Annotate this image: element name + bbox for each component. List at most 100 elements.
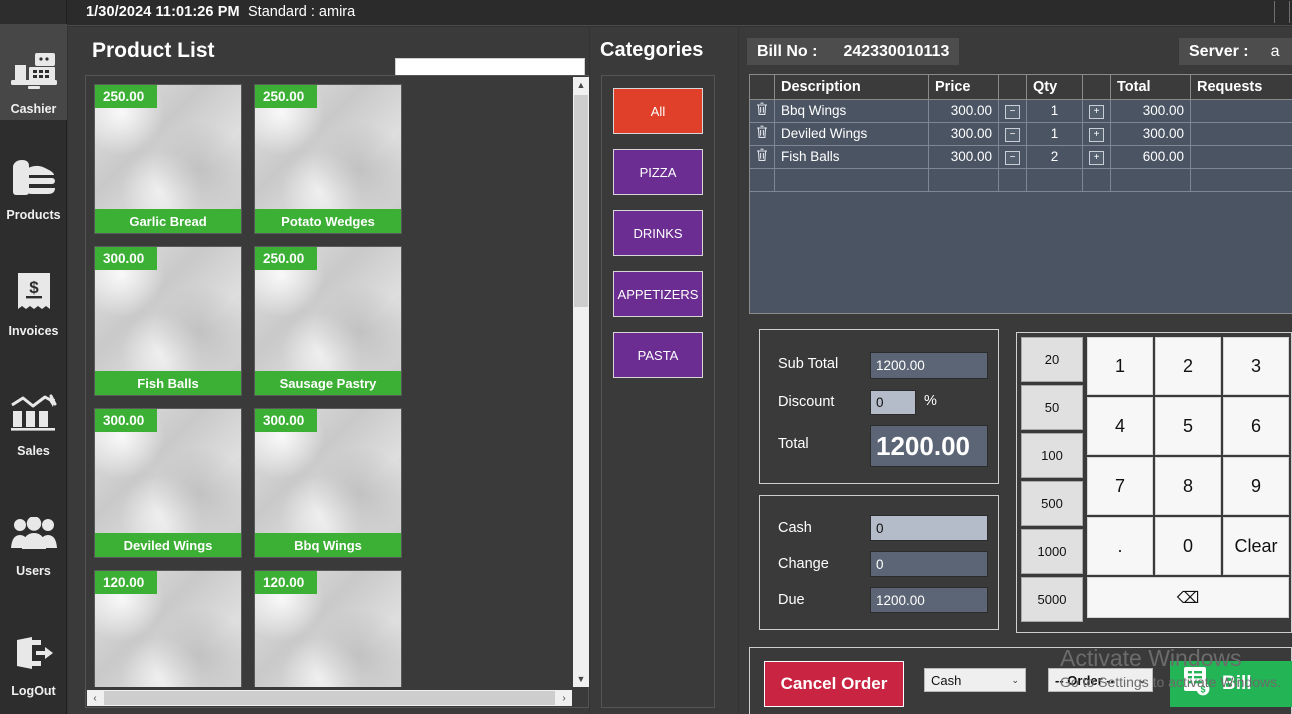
delete-row-cell[interactable]: [750, 122, 775, 146]
item-requests[interactable]: [1190, 99, 1292, 123]
column-header: Requests: [1190, 75, 1292, 100]
key-clear[interactable]: Clear: [1223, 517, 1289, 575]
sidebar-item-invoices[interactable]: $ Invoices: [0, 246, 67, 342]
item-requests[interactable]: [1190, 145, 1292, 169]
key-1[interactable]: 1: [1087, 337, 1153, 395]
denomination-50[interactable]: 50: [1021, 385, 1083, 430]
delete-row-cell[interactable]: [750, 145, 775, 169]
scroll-right-icon[interactable]: ›: [556, 690, 572, 706]
payment-method-select[interactable]: Cash ⌄: [924, 668, 1026, 692]
cash-row: Cash: [778, 520, 812, 536]
category-button-all[interactable]: All: [613, 88, 703, 134]
delete-row-cell[interactable]: [750, 99, 775, 123]
bill-button[interactable]: $ Bill: [1170, 661, 1292, 707]
key-6[interactable]: 6: [1223, 397, 1289, 455]
sidebar-item-users[interactable]: Users: [0, 486, 67, 582]
category-button-pasta[interactable]: PASTA: [613, 332, 703, 378]
key-5[interactable]: 5: [1155, 397, 1221, 455]
trash-icon[interactable]: [756, 125, 768, 142]
key-4[interactable]: 4: [1087, 397, 1153, 455]
plus-button[interactable]: +: [1089, 105, 1104, 119]
plus-button[interactable]: +: [1089, 128, 1104, 142]
column-header: [750, 75, 775, 100]
product-card[interactable]: 300.00 Deviled Wings: [94, 408, 242, 558]
trash-icon[interactable]: [756, 102, 768, 119]
product-card[interactable]: 300.00 Fish Balls: [94, 246, 242, 396]
increase-qty-cell[interactable]: +: [1082, 145, 1111, 169]
due-field[interactable]: [870, 587, 988, 613]
order-type-select[interactable]: -- Order -- ⌄: [1048, 668, 1153, 692]
denomination-100[interactable]: 100: [1021, 433, 1083, 478]
plus-button[interactable]: +: [1089, 151, 1104, 165]
key-8[interactable]: 8: [1155, 457, 1221, 515]
minus-button[interactable]: −: [1005, 151, 1020, 165]
backspace-icon[interactable]: ⌫: [1087, 577, 1289, 618]
decrease-qty-cell[interactable]: −: [998, 145, 1027, 169]
horizontal-scroll-thumb[interactable]: [104, 691, 555, 705]
scroll-left-icon[interactable]: ‹: [87, 690, 103, 706]
key-dot[interactable]: .: [1087, 517, 1153, 575]
scroll-up-icon[interactable]: ▲: [573, 77, 589, 93]
category-button-drinks[interactable]: DRINKS: [613, 210, 703, 256]
table-row[interactable]: Deviled Wings 300.00 − 1 + 300.00: [750, 122, 1292, 146]
product-grid-horizontal-scrollbar[interactable]: ‹ ›: [87, 690, 572, 706]
sidebar-item-label: LogOut: [11, 684, 56, 698]
product-card[interactable]: 250.00 Potato Wedges: [254, 84, 402, 234]
denomination-20[interactable]: 20: [1021, 337, 1083, 382]
sidebar-item-logout[interactable]: LogOut: [0, 606, 67, 702]
product-card[interactable]: Coca-Cola 120.00Coke: [94, 570, 242, 687]
product-card[interactable]: 300.00 Bbq Wings: [254, 408, 402, 558]
minus-button[interactable]: −: [1005, 128, 1020, 142]
payment-method-value: Cash: [931, 672, 962, 688]
sidebar-item-products[interactable]: Products: [0, 130, 67, 226]
item-description: Bbq Wings: [774, 99, 929, 123]
denomination-1000[interactable]: 1000: [1021, 529, 1083, 574]
decrease-qty-cell[interactable]: −: [998, 122, 1027, 146]
product-card[interactable]: 250.00 Garlic Bread: [94, 84, 242, 234]
minus-button[interactable]: −: [1005, 105, 1020, 119]
increase-qty-cell[interactable]: +: [1082, 122, 1111, 146]
chevron-down-icon: ⌄: [1138, 674, 1146, 685]
totals-box: Sub Total Discount % Total: [759, 329, 999, 484]
sidebar-item-label: Cashier: [10, 102, 57, 116]
sidebar-item-sales[interactable]: Sales: [0, 366, 67, 462]
sidebar-item-cashier[interactable]: Cashier: [0, 24, 67, 120]
key-2[interactable]: 2: [1155, 337, 1221, 395]
change-field[interactable]: [870, 551, 988, 577]
key-7[interactable]: 7: [1087, 457, 1153, 515]
key-3[interactable]: 3: [1223, 337, 1289, 395]
sidebar-item-label: Invoices: [8, 324, 59, 338]
table-empty-row: [750, 168, 1292, 192]
sub-total-row: Sub Total: [778, 356, 838, 372]
category-button-pizza[interactable]: PIZZA: [613, 149, 703, 195]
item-qty: 1: [1026, 122, 1083, 146]
discount-label: Discount: [778, 394, 835, 410]
decrease-qty-cell[interactable]: −: [998, 99, 1027, 123]
table-row[interactable]: Fish Balls 300.00 − 2 + 600.00: [750, 145, 1292, 169]
number-buttons: 1 2 3 4 5 6 7 8 9. 0 Clear ⌫: [1087, 337, 1289, 620]
table-row[interactable]: Bbq Wings 300.00 − 1 + 300.00: [750, 99, 1292, 123]
product-grid-vertical-scrollbar[interactable]: ▲ ▼: [573, 77, 589, 687]
item-requests[interactable]: [1190, 122, 1292, 146]
change-row: Change: [778, 556, 829, 572]
vertical-scroll-thumb[interactable]: [574, 95, 588, 307]
key-0[interactable]: 0: [1155, 517, 1221, 575]
due-row: Due: [778, 592, 805, 608]
trash-icon[interactable]: [756, 148, 768, 165]
total-field[interactable]: [870, 425, 988, 467]
due-label: Due: [778, 592, 805, 608]
discount-field[interactable]: [870, 390, 916, 415]
increase-qty-cell[interactable]: +: [1082, 99, 1111, 123]
denomination-5000[interactable]: 5000: [1021, 577, 1083, 622]
scroll-down-icon[interactable]: ▼: [573, 671, 589, 687]
category-button-appetizers[interactable]: APPETIZERS: [613, 271, 703, 317]
window-control-button[interactable]: [1274, 1, 1290, 23]
sub-total-field[interactable]: [870, 352, 988, 379]
product-card[interactable]: 250.00 Sausage Pastry: [254, 246, 402, 396]
denomination-500[interactable]: 500: [1021, 481, 1083, 526]
key-9[interactable]: 9: [1223, 457, 1289, 515]
product-card[interactable]: fresheeraz 120.00Krushers Choco: [254, 570, 402, 687]
cash-field[interactable]: [870, 515, 988, 541]
cancel-order-button[interactable]: Cancel Order: [764, 661, 904, 707]
main-sidebar: Cashier Products $ Invoices Sales Users …: [0, 0, 67, 714]
